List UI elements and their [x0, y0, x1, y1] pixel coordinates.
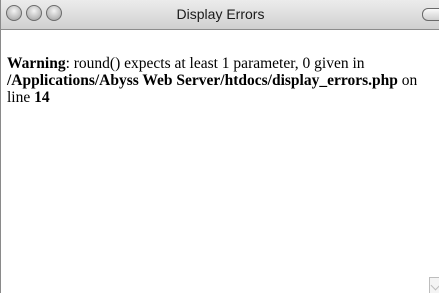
window-title: Display Errors [176, 6, 265, 22]
title-bar[interactable]: Display Errors [1, 0, 439, 30]
toolbar-toggle-button[interactable] [422, 8, 439, 21]
browser-window: Display Errors Warning: round() expects … [0, 0, 439, 293]
warning-message: : round() expects at least 1 parameter, … [65, 55, 365, 72]
error-file-path: /Applications/Abyss Web Server/htdocs/di… [7, 72, 398, 89]
error-line-number: 14 [34, 89, 50, 106]
page-content: Warning: round() expects at least 1 para… [7, 55, 437, 106]
resize-grip[interactable] [429, 277, 439, 293]
warning-label: Warning [7, 55, 66, 72]
